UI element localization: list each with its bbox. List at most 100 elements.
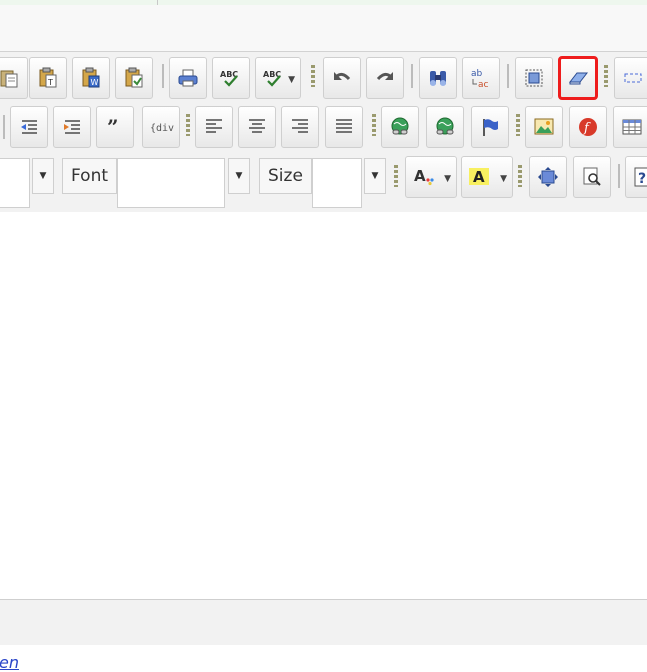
replace-icon: abac <box>471 69 489 90</box>
background-color-icon: A <box>469 168 489 186</box>
svg-text:A: A <box>414 167 426 185</box>
paste-special-button[interactable] <box>115 57 153 99</box>
select-all-button[interactable] <box>515 57 553 99</box>
align-left-button[interactable] <box>195 106 233 148</box>
format-select[interactable] <box>0 158 30 208</box>
link-globe-icon <box>391 117 409 135</box>
spellcheck-options-icon: ABC <box>263 70 281 87</box>
svg-text:{div}: {div} <box>150 123 174 134</box>
replace-button[interactable]: ab ac <box>462 57 500 99</box>
top-band <box>0 5 647 51</box>
preview-icon <box>583 167 601 186</box>
separator <box>507 64 509 88</box>
align-left-icon <box>206 119 222 133</box>
paste-word-icon: W <box>82 67 100 88</box>
size-dropdown-arrow[interactable]: ▼ <box>364 158 386 194</box>
align-right-icon <box>292 119 308 133</box>
chevron-down-icon: ▼ <box>371 171 379 181</box>
indent-icon <box>64 120 80 134</box>
table-icon <box>622 119 642 135</box>
size-select[interactable] <box>312 158 362 208</box>
text-color-button[interactable]: A ▼ <box>405 156 457 198</box>
flag-icon <box>483 119 498 136</box>
size-label: Size <box>259 158 312 194</box>
separator <box>411 64 413 88</box>
spellcheck-button[interactable]: ABC <box>212 57 250 99</box>
blockquote-button[interactable]: ” <box>96 106 134 148</box>
font-dropdown-arrow[interactable]: ▼ <box>228 158 250 194</box>
about-button[interactable]: ? <box>625 156 647 198</box>
find-button[interactable] <box>419 57 457 99</box>
remove-format-button[interactable] <box>558 56 598 100</box>
format-dropdown-arrow[interactable]: ▼ <box>32 158 54 194</box>
show-blocks-icon <box>624 73 642 83</box>
decrease-indent-button[interactable] <box>10 106 48 148</box>
dropdown-caret-icon: ▼ <box>288 75 295 85</box>
paste-text-button[interactable]: T <box>29 57 67 99</box>
redo-button[interactable] <box>366 57 404 99</box>
separator <box>3 115 5 139</box>
align-center-button[interactable] <box>238 106 276 148</box>
font-select[interactable] <box>117 158 225 208</box>
paste-word-button[interactable]: W <box>72 57 110 99</box>
justify-button[interactable] <box>325 106 363 148</box>
svg-text:?: ? <box>638 171 646 187</box>
dropdown-caret-icon: ▼ <box>444 174 451 184</box>
toolbar-grip <box>518 165 522 187</box>
editor-toolbar: T W ABC ABC ▼ ab ac ” {div f ▼ Font ▼ Si… <box>0 51 647 213</box>
background-color-button[interactable]: A ▼ <box>461 156 513 198</box>
language-link[interactable]: en <box>0 653 19 672</box>
select-all-icon <box>525 69 543 87</box>
link-button[interactable] <box>381 106 419 148</box>
chevron-down-icon: ▼ <box>235 171 243 181</box>
dropdown-caret-icon: ▼ <box>500 174 507 184</box>
paste-text-icon: T <box>39 67 57 88</box>
chevron-down-icon: ▼ <box>39 171 47 181</box>
help-icon: ? <box>634 167 647 187</box>
editor-status-bar <box>0 599 647 646</box>
separator <box>618 164 620 188</box>
create-div-button[interactable]: {div} <box>142 106 180 148</box>
quote-icon: ” <box>107 116 119 138</box>
outdent-icon <box>21 120 37 134</box>
show-blocks-button[interactable] <box>614 57 647 99</box>
editor-content-area[interactable] <box>0 212 647 599</box>
increase-indent-button[interactable] <box>53 106 91 148</box>
spellcheck-as-you-type-button[interactable]: ABC ▼ <box>255 57 301 99</box>
paste-icon <box>0 70 18 88</box>
page-footer: en <box>0 645 647 672</box>
print-button[interactable] <box>169 57 207 99</box>
preview-button[interactable] <box>573 156 611 198</box>
justify-icon <box>336 119 352 133</box>
svg-text:A: A <box>473 168 485 186</box>
svg-text:W: W <box>91 78 99 87</box>
binoculars-icon <box>430 71 446 86</box>
align-center-icon <box>249 119 265 133</box>
maximize-button[interactable] <box>529 156 567 198</box>
align-right-button[interactable] <box>281 106 319 148</box>
anchor-button[interactable] <box>471 106 509 148</box>
redo-icon <box>376 72 393 81</box>
undo-button[interactable] <box>323 57 361 99</box>
image-icon <box>534 118 554 135</box>
text-color-icon: A <box>414 167 434 186</box>
table-button[interactable] <box>613 106 647 148</box>
toolbar-grip <box>394 165 398 187</box>
spellcheck-icon: ABC <box>220 70 238 87</box>
undo-icon <box>334 72 351 81</box>
svg-text:T: T <box>47 78 53 87</box>
svg-text:ab: ab <box>471 69 483 79</box>
paste-button[interactable] <box>0 57 28 99</box>
eraser-icon <box>568 72 589 85</box>
printer-icon <box>178 69 198 87</box>
svg-text:”: ” <box>107 116 119 138</box>
toolbar-grip <box>311 65 315 87</box>
image-button[interactable] <box>525 106 563 148</box>
toolbar-grip <box>516 114 520 136</box>
unlink-button[interactable] <box>426 106 464 148</box>
font-label: Font <box>62 158 118 194</box>
flash-button[interactable]: f <box>569 106 607 148</box>
paste-special-icon <box>125 67 143 88</box>
svg-text:ac: ac <box>478 80 489 90</box>
div-container-icon: {div} <box>150 123 174 134</box>
